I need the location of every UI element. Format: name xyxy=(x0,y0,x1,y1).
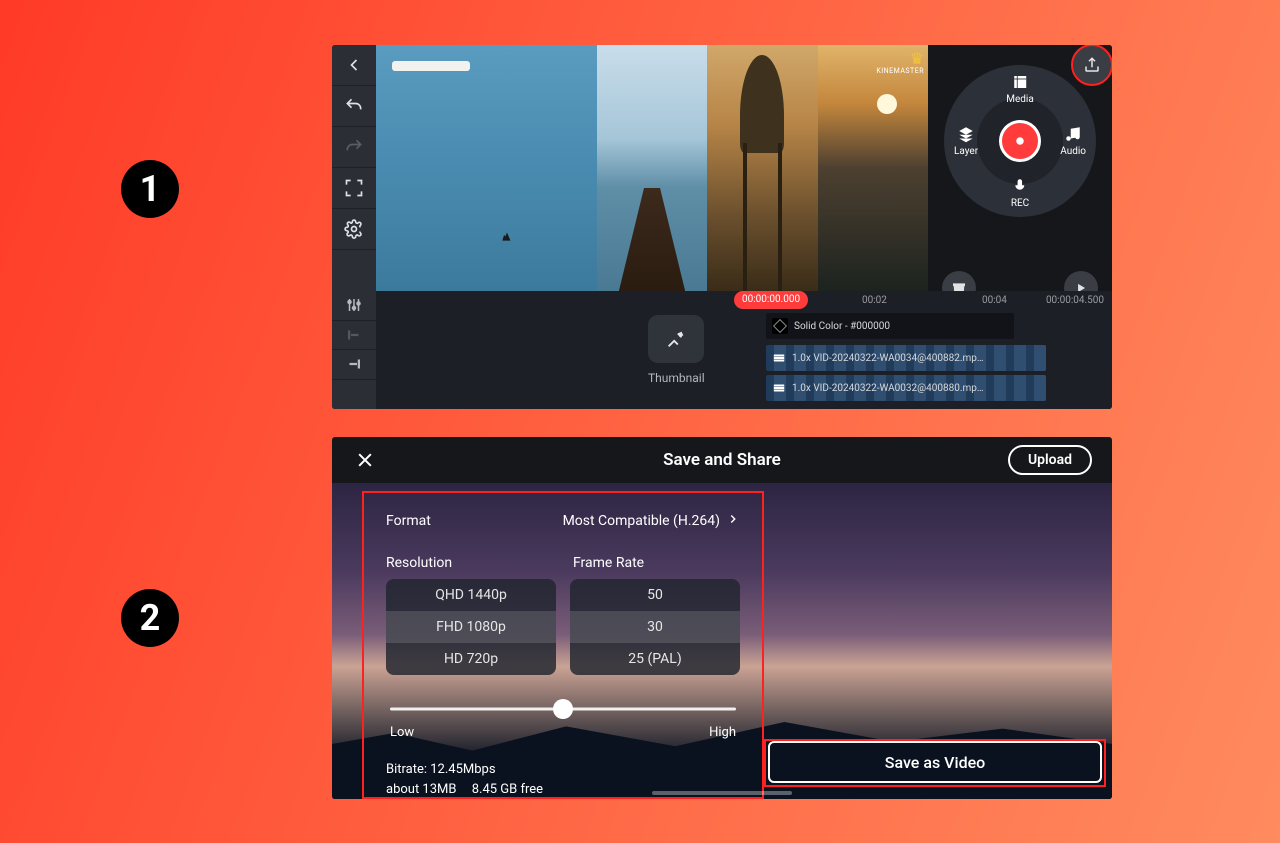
resolution-option[interactable]: FHD 1080p xyxy=(386,611,556,643)
track-solid-color[interactable]: Solid Color - #000000 xyxy=(766,313,1014,339)
crown-icon: ♛ xyxy=(910,49,924,68)
editor-right-panel: Media Layer Audio REC xyxy=(928,45,1112,291)
add-media-button[interactable]: Media xyxy=(1006,73,1034,105)
save-video-button[interactable]: Save as Video xyxy=(768,741,1102,783)
hut-graphic xyxy=(740,55,784,153)
format-label: Format xyxy=(386,513,431,529)
timeline-area: Thumbnail 00:00:00.000 00:02 00:04 00:00… xyxy=(332,291,1112,409)
video-icon xyxy=(772,381,786,395)
framerate-option[interactable]: 30 xyxy=(570,611,740,643)
timeline-tracks[interactable]: Solid Color - #000000 1.0x VID-20240322-… xyxy=(734,311,1112,409)
thumbnail-tool-label: Thumbnail xyxy=(648,371,705,385)
ruler-end-time: 00:00:04.500 xyxy=(1046,295,1104,306)
capture-button[interactable] xyxy=(999,120,1041,162)
export-body: Format Most Compatible (H.264) Resolutio… xyxy=(332,483,1112,799)
ruler-tick: 00:02 xyxy=(862,295,887,306)
resolution-option[interactable]: HD 720p xyxy=(386,643,556,675)
bitrate-slider[interactable] xyxy=(390,697,736,721)
add-layer-button[interactable]: Layer xyxy=(954,125,978,157)
free-space: 8.45 GB free xyxy=(472,782,543,797)
preview-thumb[interactable] xyxy=(707,45,817,291)
redo-button[interactable] xyxy=(332,127,376,168)
slider-knob[interactable] xyxy=(553,699,573,719)
preview-thumb[interactable] xyxy=(597,45,707,291)
chevron-right-icon xyxy=(726,512,740,530)
mixer-button[interactable] xyxy=(332,291,376,321)
thumbnail-tool[interactable]: Thumbnail xyxy=(648,315,705,385)
timeline-sidebar xyxy=(332,291,376,409)
framerate-label: Frame Rate xyxy=(573,555,740,571)
preview-thumb[interactable]: KINEMASTER ♛ xyxy=(818,45,928,291)
media-wheel: Media Layer Audio REC xyxy=(944,65,1096,217)
framerate-picker[interactable]: 50 30 25 (PAL) xyxy=(570,579,740,675)
jump-end-button[interactable] xyxy=(332,350,376,380)
track-label: 1.0x VID-20240322-WA0032@400880.mp… xyxy=(792,383,984,394)
close-button[interactable] xyxy=(352,447,378,473)
timeline-ruler[interactable]: 00:00:00.000 00:02 00:04 00:00:04.500 xyxy=(734,291,1112,309)
size-estimate: about 13MB xyxy=(386,782,457,797)
track-label: Solid Color - #000000 xyxy=(794,321,890,332)
pier-graphic xyxy=(619,188,685,291)
format-row[interactable]: Format Most Compatible (H.264) xyxy=(386,505,740,537)
undo-button[interactable] xyxy=(332,86,376,127)
resolution-label: Resolution xyxy=(386,555,553,571)
track-video-clip[interactable]: 1.0x VID-20240322-WA0032@400880.mp… xyxy=(766,375,1046,401)
bird-graphic xyxy=(500,229,514,243)
ruler-tick: 00:04 xyxy=(982,295,1007,306)
preview-thumb[interactable] xyxy=(486,45,596,291)
screenshot-editor: KINEMASTER ♛ Media Layer xyxy=(332,45,1112,409)
tower-legs-graphic xyxy=(743,143,783,291)
export-header: Save and Share Upload xyxy=(332,437,1112,483)
wheel-layer-label: Layer xyxy=(954,146,978,157)
gesture-bar xyxy=(652,791,792,795)
sun-graphic xyxy=(877,94,897,114)
wheel-rec-label: REC xyxy=(1011,198,1029,209)
format-value: Most Compatible (H.264) xyxy=(563,513,720,529)
solid-color-icon xyxy=(772,318,788,334)
track-label: 1.0x VID-20240322-WA0034@400882.mp… xyxy=(792,353,984,364)
slider-low-label: Low xyxy=(390,725,414,740)
slider-high-label: High xyxy=(709,725,736,740)
video-icon xyxy=(772,351,786,365)
playhead-time: 00:00:00.000 xyxy=(734,291,808,309)
wheel-media-label: Media xyxy=(1006,94,1034,105)
framerate-option[interactable]: 50 xyxy=(570,579,740,611)
upload-button[interactable]: Upload xyxy=(1008,445,1092,475)
preview-strip: KINEMASTER ♛ xyxy=(376,45,928,291)
resolution-option[interactable]: QHD 1440p xyxy=(386,579,556,611)
boat-graphic xyxy=(392,61,470,71)
screenshot-export: Save and Share Upload Format Most Compat… xyxy=(332,437,1112,799)
export-title: Save and Share xyxy=(332,450,1112,470)
settings-button[interactable] xyxy=(332,209,376,250)
preview-thumb[interactable] xyxy=(376,45,486,291)
kinemaster-watermark: KINEMASTER xyxy=(876,67,924,75)
step-badge-2: 2 xyxy=(121,589,179,647)
add-audio-button[interactable]: Audio xyxy=(1060,125,1086,157)
fullscreen-button[interactable] xyxy=(332,168,376,209)
back-button[interactable] xyxy=(332,45,376,86)
framerate-option[interactable]: 25 (PAL) xyxy=(570,643,740,675)
editor-sidebar xyxy=(332,45,376,291)
resolution-picker[interactable]: QHD 1440p FHD 1080p HD 720p xyxy=(386,579,556,675)
jump-start-button[interactable] xyxy=(332,321,376,351)
record-button[interactable]: REC xyxy=(1011,177,1029,209)
export-button[interactable] xyxy=(1071,45,1112,86)
bitrate-value: Bitrate: 12.45Mbps xyxy=(386,760,740,780)
wheel-audio-label: Audio xyxy=(1060,146,1086,157)
step-badge-1: 1 xyxy=(121,160,179,218)
track-video-clip[interactable]: 1.0x VID-20240322-WA0034@400882.mp… xyxy=(766,345,1046,371)
